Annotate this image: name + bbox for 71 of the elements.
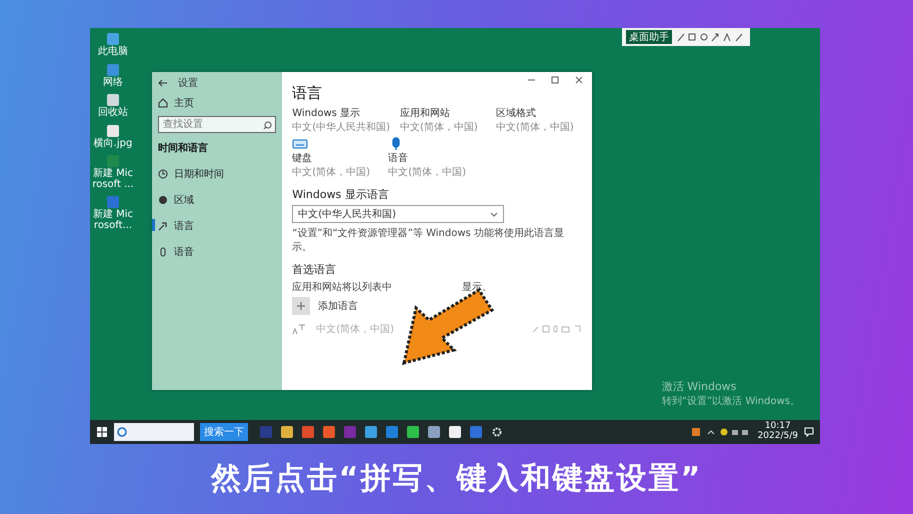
search-field[interactable]: 查找设置 (158, 116, 276, 133)
tile-title[interactable]: Windows 显示 (292, 106, 390, 120)
app-icon[interactable] (302, 426, 314, 438)
language-dropdown[interactable]: 中文(中华人民共和国) (292, 205, 504, 223)
tile-subtitle: 中文(简体，中国) (496, 120, 575, 134)
activation-title: 激活 Windows (662, 379, 738, 394)
keyboard-icon[interactable] (292, 137, 308, 151)
help-text: 应用和网站将以列表中 (292, 280, 392, 294)
app-icon[interactable] (449, 426, 461, 438)
tile-subtitle: 中文(中华人民共和国) (292, 120, 390, 134)
add-language-button[interactable] (292, 297, 310, 315)
home-icon (158, 98, 168, 108)
desktop-icon-label[interactable]: 横向.jpg (94, 138, 132, 149)
app-icon[interactable] (281, 426, 293, 438)
app-icon[interactable] (407, 426, 419, 438)
globe-icon (158, 195, 168, 205)
plus-icon (296, 301, 306, 311)
tile-title[interactable]: 应用和网站 (400, 106, 486, 120)
desktop-icon-label[interactable]: 网络 (103, 78, 123, 88)
nav-item[interactable]: 日期和时间 (174, 167, 224, 181)
video-subtitle: 然后点击“拼写、键入和键盘设置” (210, 460, 702, 498)
clock-date[interactable]: 2022/5/9 (758, 432, 798, 442)
help-text: 显示。 (462, 281, 492, 294)
window-title: 设置 (178, 76, 198, 90)
nav-item[interactable]: 语音 (174, 245, 194, 259)
app-icon[interactable] (344, 426, 356, 438)
home-link[interactable]: 主页 (174, 96, 194, 110)
section-heading: 首选语言 (292, 262, 338, 277)
browser-icon (117, 427, 127, 437)
tile-title[interactable]: 语音 (388, 151, 474, 165)
page-heading: 语言 (292, 84, 324, 103)
nav-item[interactable]: 区域 (174, 193, 194, 207)
file-icon[interactable] (106, 32, 120, 46)
help-text: “设置”和“文件资源管理器”等 Windows 功能将使用此语言显示。 (292, 226, 565, 254)
section-heading: Windows 显示语言 (292, 187, 390, 202)
tile-subtitle: 中文(简体，中国) (292, 166, 371, 179)
desktop-icon-label[interactable]: 新建 Microsoft... (92, 210, 134, 231)
notification-icon[interactable] (804, 427, 814, 437)
clock-icon (158, 169, 168, 179)
app-icon[interactable] (323, 426, 335, 438)
tile-title[interactable]: 键盘 (292, 151, 378, 165)
language-icon (292, 323, 306, 335)
file-icon[interactable] (106, 93, 120, 107)
back-arrow-icon[interactable] (158, 79, 168, 87)
desktop-icon-label[interactable]: 新建 Microsoft ... (92, 169, 134, 190)
section-heading: 时间和语言 (158, 141, 209, 155)
toolbar-label: 桌面助手 (626, 30, 672, 44)
clock-time[interactable]: 10:17 (764, 422, 791, 432)
gear-icon[interactable] (491, 426, 503, 438)
language-features-icon (532, 325, 582, 333)
tile-title[interactable]: 区域格式 (496, 106, 582, 120)
windows-logo-icon[interactable] (96, 426, 108, 438)
desktop-icon-label[interactable]: 回收站 (98, 108, 128, 118)
app-icon[interactable] (386, 426, 398, 438)
file-icon[interactable] (106, 124, 120, 138)
nav-item[interactable]: 语言 (174, 219, 194, 233)
tile-subtitle: 中文(简体，中国) (388, 166, 467, 179)
search-button[interactable]: 搜索一下 (200, 423, 248, 441)
language-icon (158, 221, 168, 231)
app-icon[interactable] (428, 426, 440, 438)
app-icon[interactable] (365, 426, 377, 438)
app-icon[interactable] (260, 426, 272, 438)
search-icon (263, 121, 272, 130)
taskbar-search-field[interactable] (114, 423, 194, 441)
desktop-icon-label[interactable]: 此电脑 (98, 47, 128, 58)
app-icon[interactable] (470, 426, 482, 438)
chevron-down-icon (490, 212, 498, 216)
add-language-label[interactable]: 添加语言 (318, 299, 358, 313)
activation-text: 转到“设置”以激活 Windows。 (662, 394, 800, 408)
tile-subtitle: 中文(简体，中国) (400, 120, 479, 134)
microphone-icon (158, 247, 168, 257)
